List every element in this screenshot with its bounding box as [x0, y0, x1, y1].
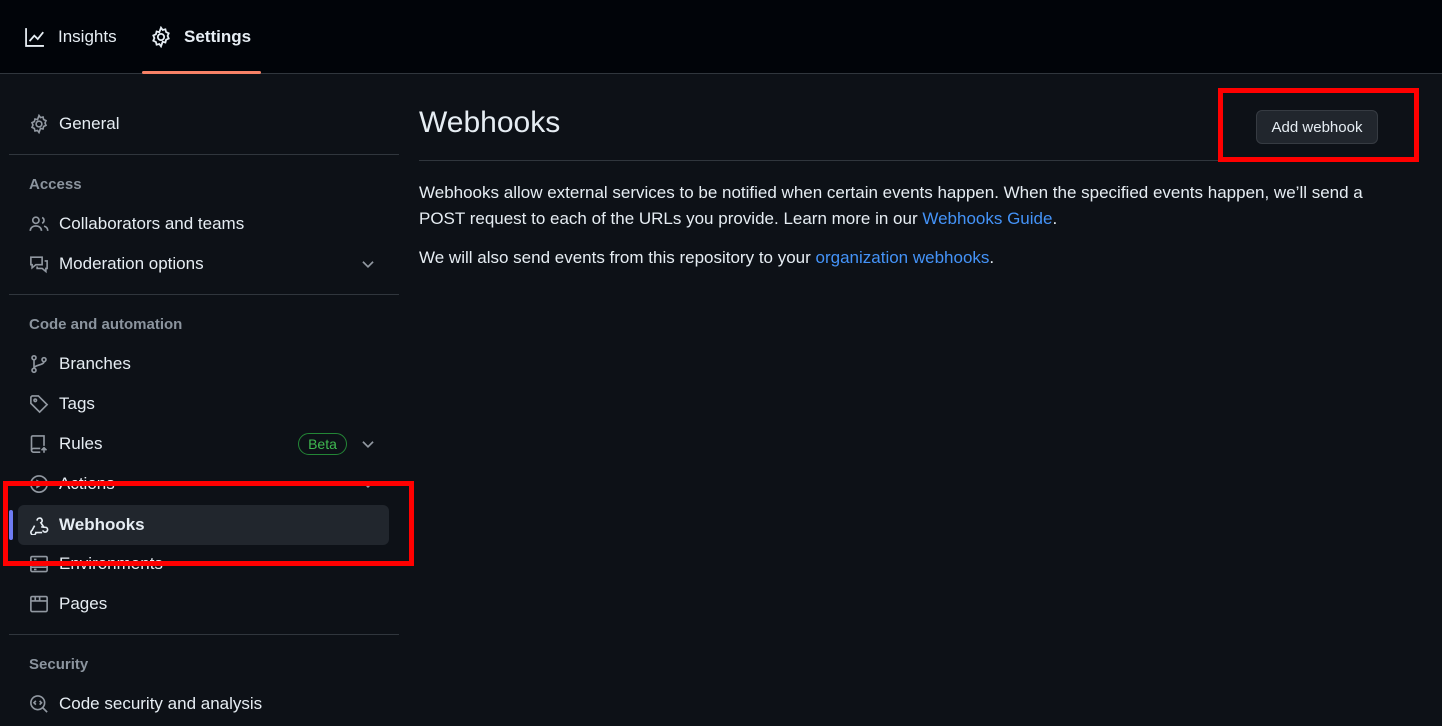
sidebar-item-label: Pages [59, 594, 108, 613]
sidebar-item-label: Code security and analysis [59, 694, 263, 713]
sidebar-item-label: General [59, 114, 120, 133]
description-text: Webhooks allow external services to be n… [419, 183, 1363, 228]
repo-push-icon [28, 433, 50, 455]
sidebar-item-tags[interactable]: Tags [18, 384, 389, 424]
sidebar-item-actions[interactable]: Actions [18, 464, 389, 504]
sidebar-item-label: Tags [59, 394, 95, 413]
sidebar-item-code-security[interactable]: Code security and analysis [18, 684, 389, 724]
sidebar-item-collaborators[interactable]: Collaborators and teams [18, 204, 389, 244]
tab-insights-label: Insights [58, 27, 117, 46]
sidebar-item-label: Branches [59, 354, 131, 373]
sidebar-item-branches[interactable]: Branches [18, 344, 389, 384]
description-end: . [1052, 209, 1058, 228]
codescan-icon [28, 693, 50, 715]
sidebar-item-label: Actions [59, 474, 115, 493]
git-branch-icon [28, 353, 50, 375]
server-icon [28, 553, 50, 575]
active-indicator [9, 510, 13, 540]
chevron-down-icon [362, 481, 374, 489]
selected-tab-underline [142, 71, 261, 74]
sidebar-item-webhooks[interactable]: Webhooks [18, 505, 389, 545]
section-title-security: Security [29, 656, 89, 673]
sidebar-item-label: Rules [59, 434, 103, 453]
tab-settings[interactable]: Settings [150, 0, 251, 74]
add-webhook-button[interactable]: Add webhook [1256, 110, 1378, 144]
webhooks-description: Webhooks allow external services to be n… [419, 180, 1389, 232]
page-title: Webhooks [419, 106, 561, 139]
sidebar-item-label: Environments [59, 554, 163, 573]
sidebar-item-general[interactable]: General [18, 104, 389, 144]
sidebar-item-label: Collaborators and teams [59, 214, 245, 233]
sidebar-item-moderation[interactable]: Moderation options [18, 244, 389, 284]
section-title-access: Access [29, 176, 82, 193]
sidebar-divider [9, 154, 399, 155]
repo-nav-bar: Insights Settings [0, 0, 1442, 74]
beta-badge: Beta [298, 433, 347, 455]
gear-icon [28, 113, 50, 135]
play-icon [28, 473, 50, 495]
tab-insights[interactable]: Insights [24, 0, 117, 74]
tag-icon [28, 393, 50, 415]
org-webhooks-note: We will also send events from this repos… [419, 245, 994, 271]
webhook-icon [28, 514, 50, 536]
org-text: We will also send events from this repos… [419, 248, 816, 267]
gear-icon [152, 26, 170, 48]
sidebar-item-pages[interactable]: Pages [18, 584, 389, 624]
organization-webhooks-link[interactable]: organization webhooks [816, 248, 990, 267]
browser-icon [28, 593, 50, 615]
graph-icon [25, 28, 44, 47]
org-text-end: . [989, 248, 995, 267]
sidebar-item-label: Moderation options [59, 254, 204, 273]
tab-settings-label: Settings [184, 27, 252, 46]
title-divider [419, 160, 1419, 161]
sidebar-divider [9, 634, 399, 635]
sidebar-divider [9, 294, 399, 295]
sidebar-item-environments[interactable]: Environments [18, 544, 389, 584]
section-title-code-automation: Code and automation [29, 316, 183, 333]
webhooks-guide-link[interactable]: Webhooks Guide [922, 209, 1052, 228]
chevron-down-icon [362, 261, 374, 269]
people-icon [28, 213, 50, 235]
sidebar-item-label: Webhooks [59, 515, 145, 534]
comment-discussion-icon [28, 253, 50, 275]
chevron-down-icon [362, 441, 374, 449]
